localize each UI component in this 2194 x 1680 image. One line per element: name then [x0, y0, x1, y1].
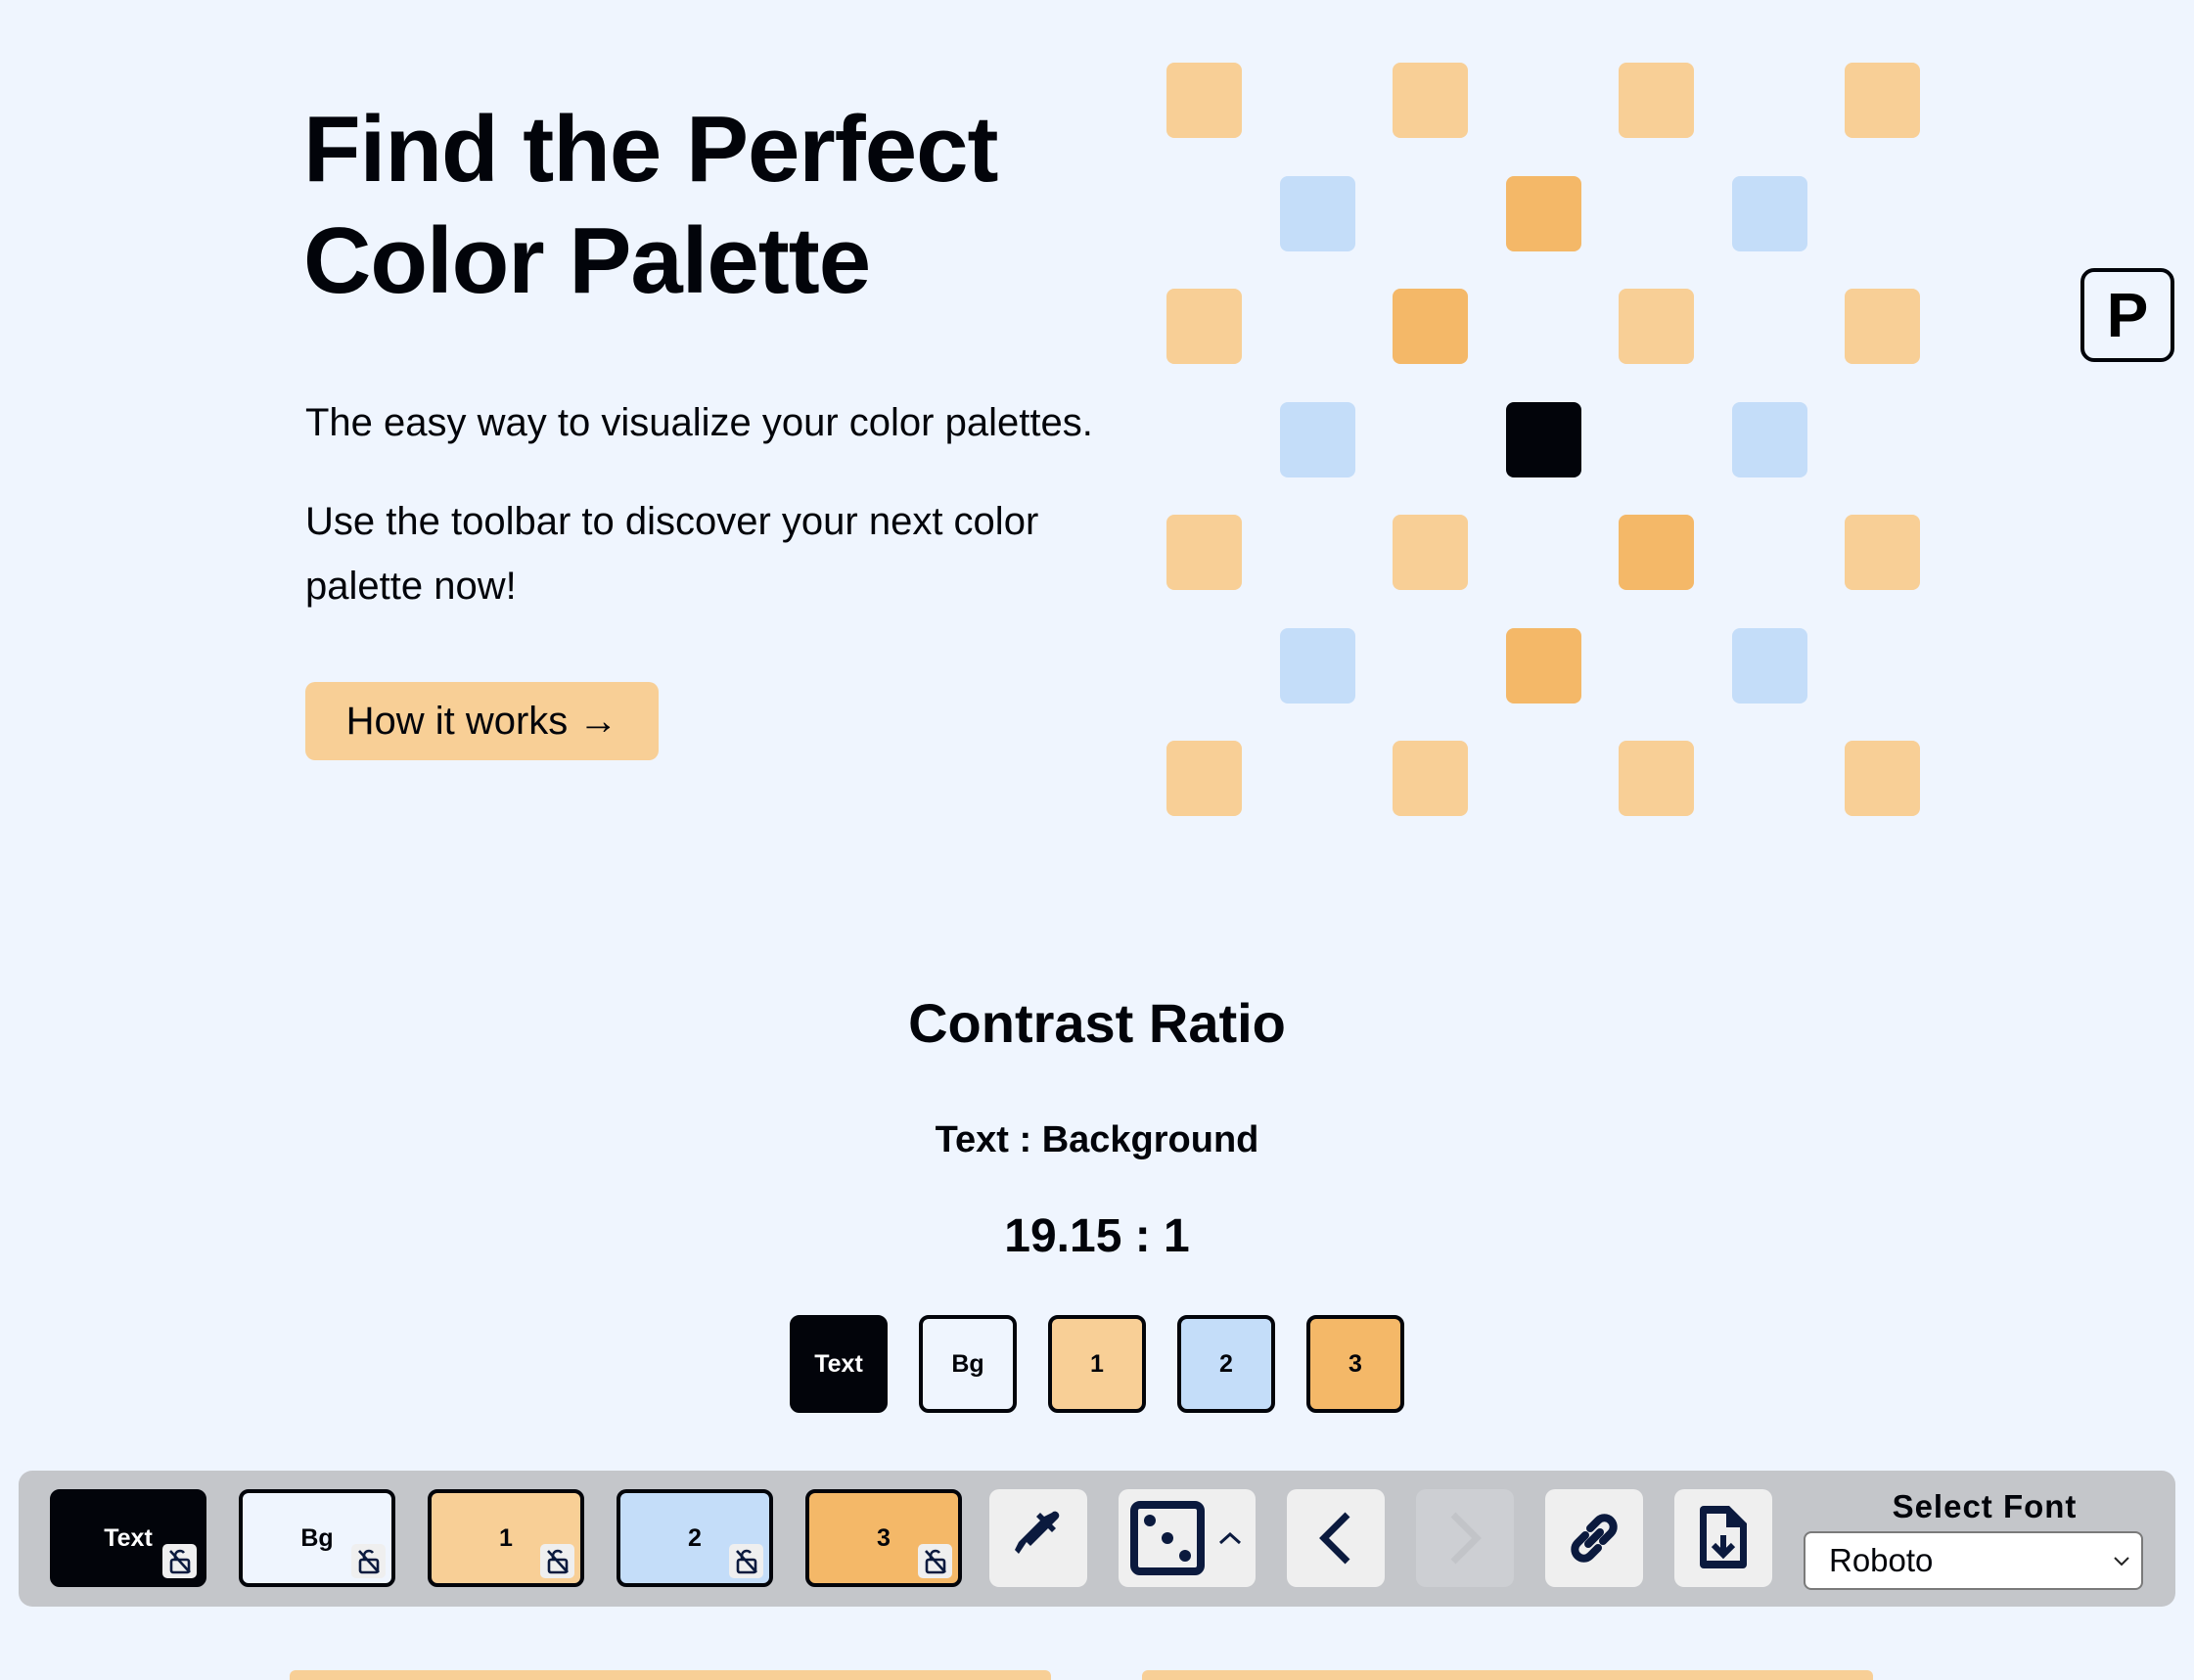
swatch-label: Text	[104, 1523, 153, 1552]
font-select-value: Roboto	[1829, 1542, 1934, 1578]
swatch-label: Bg	[300, 1523, 334, 1552]
toolbar-swatch-1[interactable]: 1	[428, 1489, 584, 1587]
pattern-square	[1506, 176, 1581, 251]
pattern-square	[1845, 289, 1920, 364]
toolbar-swatch-bg[interactable]: Bg	[239, 1489, 395, 1587]
dice-icon	[1130, 1501, 1205, 1575]
contrast-swatch-text[interactable]: Text	[790, 1315, 888, 1413]
swatch-label: 2	[1219, 1349, 1233, 1378]
pattern-square	[1280, 176, 1355, 251]
contrast-swatch-bg[interactable]: Bg	[919, 1315, 1017, 1413]
file-download-icon	[1700, 1506, 1747, 1568]
hero-title-line2: Color Palette	[303, 208, 871, 313]
randomize-button[interactable]	[1119, 1489, 1256, 1587]
swatch-label: 2	[688, 1523, 702, 1552]
lock-open-slash-icon[interactable]	[351, 1544, 386, 1578]
contrast-ratio-title: Contrast Ratio	[908, 992, 1286, 1054]
pattern-square	[1506, 628, 1581, 704]
chevron-up-icon[interactable]	[1218, 1530, 1242, 1546]
contrast-swatch-1[interactable]: 1	[1048, 1315, 1146, 1413]
pattern-square	[1845, 741, 1920, 816]
pattern-square	[1845, 63, 1920, 138]
next-palette-button[interactable]	[1416, 1489, 1514, 1587]
select-font-label: Select Font	[1892, 1488, 2078, 1524]
pattern-square	[1506, 402, 1581, 477]
pattern-square	[1393, 63, 1468, 138]
hero-subtitle: The easy way to visualize your color pal…	[305, 401, 1093, 444]
chevron-right-icon	[1450, 1512, 1482, 1565]
eyedropper-button[interactable]	[989, 1489, 1087, 1587]
contrast-pair-label: Text : Background	[935, 1119, 1259, 1160]
toolbar-swatch-3[interactable]: 3	[805, 1489, 962, 1587]
toolbar-swatch-text[interactable]: Text	[50, 1489, 206, 1587]
pattern-square	[1393, 741, 1468, 816]
pattern-square	[1166, 515, 1242, 590]
link-icon	[1571, 1514, 1618, 1563]
p-button[interactable]: P	[2080, 268, 2174, 362]
pattern-square	[1732, 402, 1807, 477]
eyedropper-icon	[1015, 1511, 1060, 1558]
previous-palette-button[interactable]	[1287, 1489, 1385, 1587]
content-card	[290, 1670, 1051, 1680]
content-card	[1142, 1670, 1873, 1680]
how-it-works-button[interactable]: How it works →	[305, 682, 659, 760]
pattern-square	[1280, 628, 1355, 704]
pattern-square	[1393, 515, 1468, 590]
pattern-square	[1166, 63, 1242, 138]
pattern-square	[1619, 741, 1694, 816]
pattern-square	[1166, 289, 1242, 364]
toolbar-swatch-2[interactable]: 2	[617, 1489, 773, 1587]
share-link-button[interactable]	[1545, 1489, 1643, 1587]
export-button[interactable]	[1674, 1489, 1772, 1587]
swatch-label: 3	[877, 1523, 891, 1552]
contrast-ratio-value: 19.15 : 1	[1004, 1210, 1190, 1262]
pattern-square	[1280, 402, 1355, 477]
lock-open-slash-icon[interactable]	[540, 1544, 574, 1578]
swatch-label: 1	[499, 1523, 513, 1552]
pattern-square	[1732, 176, 1807, 251]
hero-description: Use the toolbar to discover your next co…	[305, 500, 1039, 608]
font-select[interactable]: Roboto	[1804, 1531, 2143, 1590]
lock-open-slash-icon[interactable]	[162, 1544, 197, 1578]
swatch-label: 1	[1090, 1349, 1104, 1378]
chevron-left-icon	[1319, 1512, 1350, 1565]
pattern-square	[1732, 628, 1807, 704]
contrast-swatch-2[interactable]: 2	[1177, 1315, 1275, 1413]
hero-title: Find the Perfect Color Palette	[303, 94, 1086, 317]
swatch-label: 3	[1348, 1349, 1362, 1378]
toolbar: Text Bg 1 2 3 Select Font Roboto	[19, 1471, 2175, 1607]
pattern-square	[1166, 741, 1242, 816]
pattern-square	[1619, 289, 1694, 364]
swatch-label: Bg	[951, 1349, 984, 1378]
pattern-square	[1619, 515, 1694, 590]
lock-open-slash-icon[interactable]	[918, 1544, 952, 1578]
pattern-square	[1845, 515, 1920, 590]
pattern-square	[1393, 289, 1468, 364]
chevron-down-icon	[2114, 1557, 2129, 1566]
hero-title-line1: Find the Perfect	[303, 97, 998, 202]
lock-open-slash-icon[interactable]	[729, 1544, 763, 1578]
contrast-swatch-3[interactable]: 3	[1306, 1315, 1404, 1413]
swatch-label: Text	[814, 1349, 863, 1378]
pattern-square	[1619, 63, 1694, 138]
